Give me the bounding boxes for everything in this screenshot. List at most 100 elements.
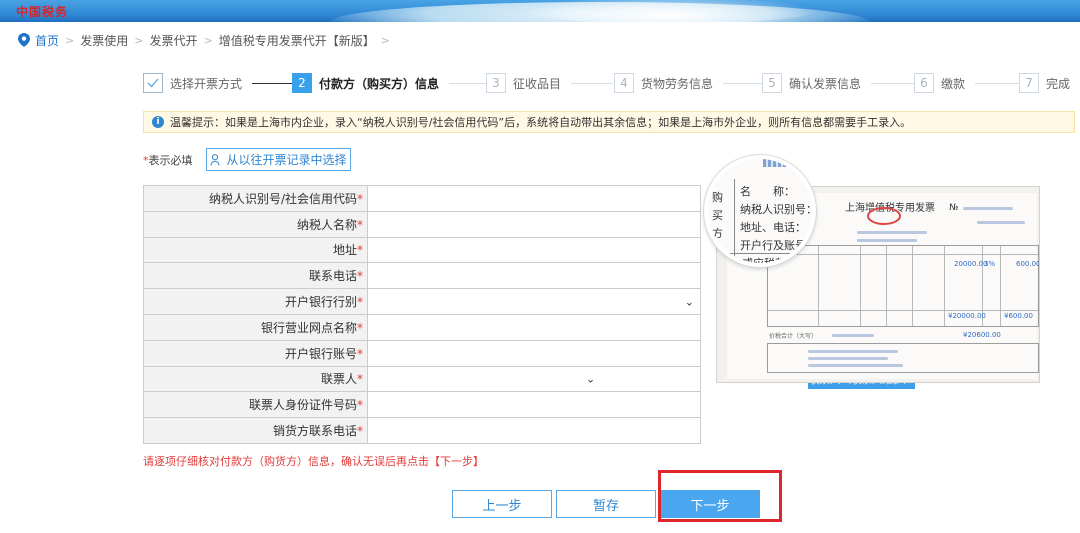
blurred-text bbox=[808, 364, 903, 367]
form-row: 开户银行行别* ⌄ bbox=[143, 288, 701, 315]
field-label-text: 联票人 bbox=[320, 372, 357, 387]
invoice-tax-total: ¥600.00 bbox=[1004, 312, 1033, 320]
field-label-text: 开户银行行别 bbox=[284, 295, 357, 310]
field-label-text: 地址 bbox=[332, 243, 357, 258]
save-draft-button[interactable]: 暂存 bbox=[556, 490, 656, 518]
person-icon bbox=[210, 153, 220, 166]
site-logo: 中国税务 bbox=[16, 5, 69, 19]
address-input[interactable] bbox=[367, 236, 701, 264]
required-mark: * bbox=[357, 346, 363, 361]
form-row: 销货方联系电话* bbox=[143, 417, 701, 444]
magnifier-divider bbox=[734, 179, 735, 259]
step-label: 缴款 bbox=[941, 76, 966, 91]
step-number: 2 bbox=[292, 73, 312, 93]
invoice-total-label: 价税合计（大写） bbox=[769, 333, 818, 340]
taxpayer-name-input[interactable] bbox=[367, 210, 701, 238]
step-number: 5 bbox=[762, 73, 782, 93]
step-number: 7 bbox=[1019, 73, 1039, 93]
step-3: 3 征收品目 bbox=[486, 73, 614, 93]
banner-glow bbox=[520, 0, 820, 22]
required-mark: * bbox=[357, 398, 363, 413]
bank-type-select[interactable]: ⌄ bbox=[367, 288, 701, 315]
bank-branch-input[interactable] bbox=[367, 313, 701, 341]
step-connector bbox=[252, 82, 297, 84]
step-1: 选择开票方式 bbox=[143, 73, 297, 93]
phone-input[interactable] bbox=[367, 262, 701, 290]
step-label: 选择开票方式 bbox=[170, 76, 243, 91]
select-from-history-button[interactable]: 从以往开票记录中选择 bbox=[206, 148, 351, 171]
buyer-side-label: 购买方 bbox=[712, 191, 723, 240]
step-label: 完成 bbox=[1046, 76, 1071, 91]
required-note: *表示必填 bbox=[143, 152, 193, 168]
buyer-bank-label: 开户行及账号： bbox=[740, 239, 816, 252]
notice-banner: i 温馨提示：如果是上海市内企业，录入“纳税人识别号/社会信用代码”后，系统将自… bbox=[143, 111, 1075, 133]
blurred-text bbox=[963, 207, 1013, 210]
field-label: 银行营业网点名称* bbox=[143, 313, 368, 341]
step-number: 6 bbox=[914, 73, 934, 93]
breadcrumb: 首页 > 发票使用 > 发票代开 > 增值税专用发票代开【新版】 > bbox=[18, 32, 396, 48]
buyer-taxid-label: 纳税人识别号： bbox=[740, 203, 816, 216]
taxpayer-id-input[interactable] bbox=[367, 185, 701, 212]
breadcrumb-invoice-proxy[interactable]: 发票代开 bbox=[149, 32, 197, 49]
breadcrumb-separator: > bbox=[65, 33, 75, 47]
chevron-down-icon: ⌄ bbox=[684, 295, 694, 309]
breadcrumb-current: 增值税专用发票代开【新版】 bbox=[218, 33, 375, 48]
qr-code-fragment bbox=[763, 159, 793, 167]
blurred-text bbox=[857, 239, 917, 242]
form-row: 银行营业网点名称* bbox=[143, 313, 701, 341]
buyer-address-label: 地址、电话： bbox=[740, 221, 806, 234]
step-number: 3 bbox=[486, 73, 506, 93]
notice-text: 温馨提示：如果是上海市内企业，录入“纳税人识别号/社会信用代码”后，系统将自动带… bbox=[170, 116, 912, 129]
step-label: 征收品目 bbox=[513, 76, 562, 91]
step-5: 5 确认发票信息 bbox=[762, 73, 922, 93]
bank-account-input[interactable] bbox=[367, 339, 701, 367]
step-connector bbox=[449, 82, 492, 84]
field-label-text: 销货方联系电话 bbox=[272, 424, 357, 439]
invoice-goods-grid: 20000.00 3% 600.00 ¥20000.00 ¥600.00 bbox=[767, 245, 1039, 327]
field-label-text: 纳税人名称 bbox=[296, 217, 357, 232]
buyer-name-label: 名 称： bbox=[740, 185, 795, 198]
field-label: 地址* bbox=[143, 236, 368, 264]
form-row: 开户银行账号* bbox=[143, 339, 701, 367]
step-4: 4 货物劳务信息 bbox=[614, 73, 774, 93]
step-2: 2 付款方（购买方）信息 bbox=[292, 73, 492, 93]
required-mark: * bbox=[357, 372, 363, 387]
highlight-box bbox=[658, 470, 782, 522]
form-row: 联票人* ⌄ 联票人（联系人维护） bbox=[143, 365, 915, 393]
field-label-text: 银行营业网点名称 bbox=[260, 320, 357, 335]
form-row: 联票人身份证件号码* bbox=[143, 391, 701, 419]
blurred-text bbox=[808, 350, 898, 353]
invoice-amount-total: ¥20000.00 bbox=[948, 312, 986, 320]
blurred-text bbox=[808, 357, 888, 360]
field-label-text: 纳税人识别号/社会信用代码 bbox=[208, 191, 357, 206]
breadcrumb-home[interactable]: 首页 bbox=[35, 32, 59, 49]
magnifier-divider bbox=[708, 253, 812, 254]
ticket-taker-select[interactable]: ⌄ 联票人（联系人维护） bbox=[367, 365, 915, 393]
form-row: 纳税人名称* bbox=[143, 210, 701, 238]
blurred-text bbox=[857, 231, 927, 234]
step-6: 6 缴款 bbox=[914, 73, 1024, 93]
chevron-down-icon: ⌄ bbox=[586, 372, 596, 386]
field-label-text: 开户银行账号 bbox=[284, 346, 357, 361]
prev-button[interactable]: 上一步 bbox=[452, 490, 552, 518]
select-from-history-label: 从以往开票记录中选择 bbox=[226, 153, 347, 167]
required-mark: * bbox=[357, 320, 363, 335]
field-label: 联系电话* bbox=[143, 262, 368, 290]
breadcrumb-invoice-use[interactable]: 发票使用 bbox=[80, 32, 128, 49]
step-indicator: 选择开票方式 2 付款方（购买方）信息 3 征收品目 4 货物劳务信息 5 确认… bbox=[143, 73, 1073, 93]
blurred-text bbox=[832, 334, 874, 337]
step-connector bbox=[571, 82, 614, 84]
location-pin-icon bbox=[18, 33, 30, 47]
required-mark: * bbox=[357, 217, 363, 232]
field-label: 联票人* bbox=[143, 365, 368, 393]
blurred-text bbox=[977, 221, 1025, 224]
ticket-taker-id-input[interactable] bbox=[367, 391, 701, 419]
header-banner: 中国税务 bbox=[0, 0, 1080, 22]
step-number: 4 bbox=[614, 73, 634, 93]
field-label-text: 联系电话 bbox=[308, 269, 357, 284]
invoice-line-tax: 600.00 bbox=[1016, 260, 1040, 268]
required-mark: * bbox=[357, 424, 363, 439]
seller-phone-input[interactable] bbox=[367, 417, 701, 444]
payer-info-form: 纳税人识别号/社会信用代码* 纳税人名称* 地址* 联系电话* 开户银行行别* … bbox=[143, 185, 915, 444]
checkmark-icon bbox=[143, 73, 163, 93]
